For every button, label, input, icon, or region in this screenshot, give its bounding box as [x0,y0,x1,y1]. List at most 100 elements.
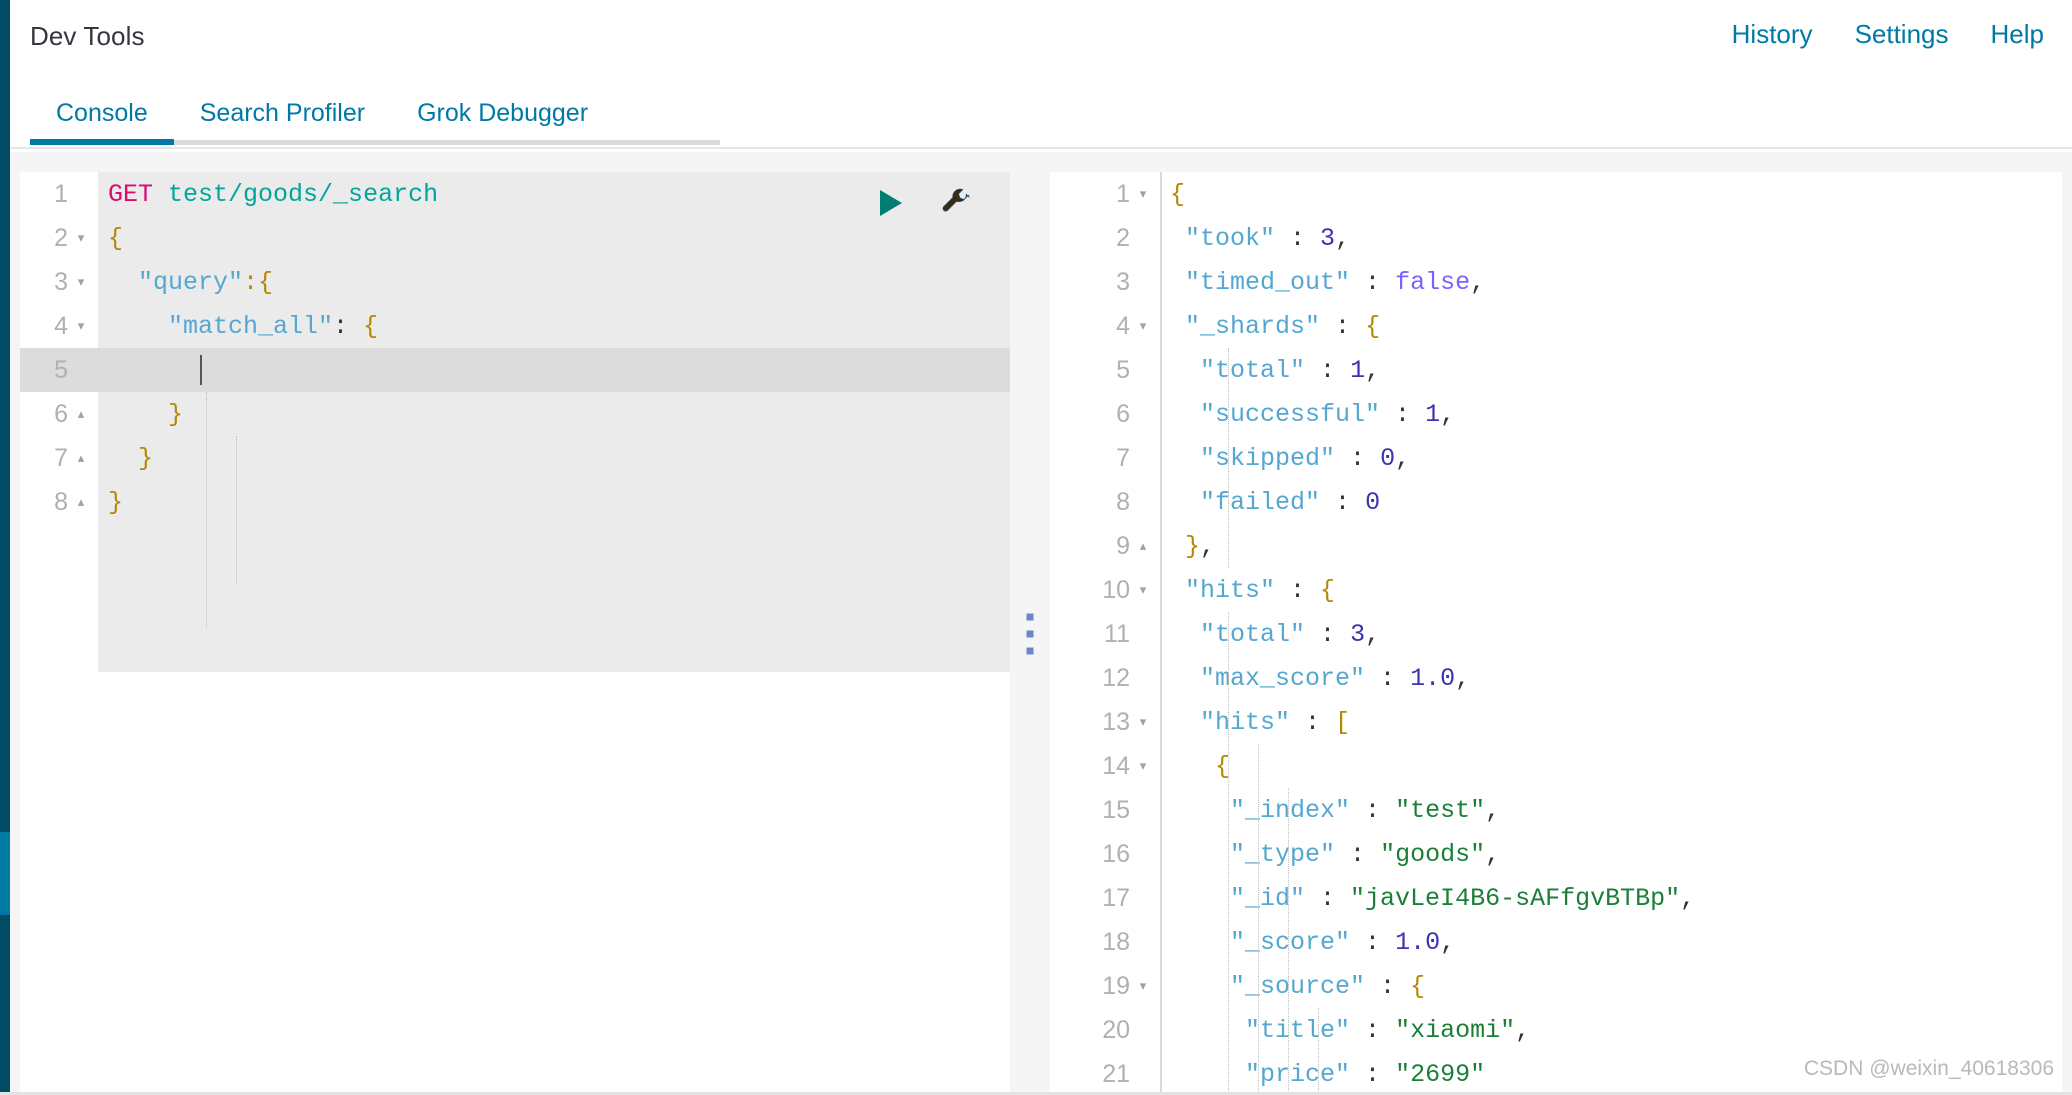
code-line[interactable]: 9 ▴ }, [1050,524,2062,568]
code-line[interactable]: 7 ▴ } [20,436,1010,480]
line-number: 9 [1116,531,1130,560]
fold-toggle[interactable]: ▾ [1130,760,1156,773]
tab-search-profiler[interactable]: Search Profiler [174,73,391,152]
code-line[interactable]: 16 "_type" : "goods", [1050,832,2062,876]
code-line[interactable]: 1 ▾ { [1050,172,2062,216]
code-text [94,355,1010,385]
code-text: "total" : 3, [1200,619,1381,649]
code-text: "_index" : "test", [1230,795,1501,825]
code-line[interactable]: 2 "took" : 3, [1050,216,2062,260]
line-number: 20 [1102,1015,1130,1044]
line-number: 21 [1102,1059,1130,1088]
line-number: 8 [1116,487,1130,516]
code-line[interactable]: 8 "failed" : 0 [1050,480,2062,524]
code-line[interactable]: 4 ▾ "match_all": { [20,304,1010,348]
code-text: "_type" : "goods", [1230,839,1501,869]
page-title: Dev Tools [30,21,145,51]
run-request-button[interactable] [874,186,908,220]
fold-toggle[interactable]: ▾ [68,320,94,333]
tab-list: Console Search Profiler Grok Debugger [30,73,614,152]
code-text: } [168,399,184,429]
line-number: 4 [1116,311,1130,340]
code-line[interactable]: 19 ▾ "_source" : { [1050,964,2062,1008]
line-number: 16 [1102,839,1130,868]
code-text: }, [1185,531,1216,561]
code-line[interactable]: 4 ▾ "_shards" : { [1050,304,2062,348]
tab-bar: Console Search Profiler Grok Debugger [10,73,2072,152]
indent-guide [1318,1008,1319,1095]
line-number: 12 [1102,663,1130,692]
fold-toggle[interactable]: ▾ [68,276,94,289]
code-text: "_source" : { [1230,971,1426,1001]
history-link[interactable]: History [1732,19,1813,50]
code-line[interactable]: 17 "_id" : "javLeI4B6-sAFfgvBTBp", [1050,876,2062,920]
indent-guide [1228,612,1229,1095]
line-number: 6 [1116,399,1130,428]
tab-console[interactable]: Console [30,73,174,152]
indent-guide [1258,744,1259,1095]
code-text: "_shards" : { [1185,311,1381,341]
code-line[interactable]: 13 ▾ "hits" : [ [1050,700,2062,744]
code-line[interactable]: 3 "timed_out" : false, [1050,260,2062,304]
code-line[interactable]: 5 "total" : 1, [1050,348,2062,392]
code-line[interactable]: 1 GET test/goods/_search [20,172,1010,216]
code-line[interactable]: 10 ▾ "hits" : { [1050,568,2062,612]
fold-toggle[interactable]: ▾ [1130,188,1156,201]
fold-toggle[interactable]: ▾ [1130,716,1156,729]
line-number: 5 [20,355,68,385]
code-line[interactable]: 15 "_index" : "test", [1050,788,2062,832]
line-number: 7 [54,443,68,472]
code-line[interactable]: 14 ▾ { [1050,744,2062,788]
line-number: 10 [1102,575,1130,604]
code-text: "_score" : 1.0, [1230,927,1456,957]
request-editor[interactable]: 1 GET test/goods/_search 2 ▾ { 3 ▾ "quer… [20,172,1010,1095]
code-text: "timed_out" : false, [1185,267,1486,297]
code-line[interactable]: 12 "max_score" : 1.0, [1050,656,2062,700]
fold-toggle[interactable]: ▴ [68,452,94,465]
code-text: "title" : "xiaomi", [1245,1015,1531,1045]
line-number: 4 [54,311,68,340]
fold-toggle[interactable]: ▾ [1130,320,1156,333]
code-text: } [138,443,154,473]
line-number: 11 [1104,619,1130,648]
code-line[interactable]: 6 ▴ } [20,392,1010,436]
line-number: 3 [1116,267,1130,296]
line-number: 15 [1102,795,1130,824]
grip-vertical-icon [1026,613,1034,654]
code-line[interactable]: 11 "total" : 3, [1050,612,2062,656]
line-number: 18 [1102,927,1130,956]
code-line[interactable]: 8 ▴ } [20,480,1010,524]
request-options-button[interactable] [938,186,972,220]
fold-toggle[interactable]: ▴ [68,496,94,509]
code-text: "_id" : "javLeI4B6-sAFfgvBTBp", [1230,883,1696,913]
code-line[interactable]: 20 "title" : "xiaomi", [1050,1008,2062,1052]
code-line[interactable]: 3 ▾ "query":{ [20,260,1010,304]
code-text: "total" : 1, [1200,355,1381,385]
code-text: "query":{ [138,267,274,297]
line-number: 1 [54,179,68,208]
fold-toggle[interactable]: ▴ [1130,540,1156,553]
code-line-active[interactable]: 5 [20,348,1010,392]
code-text: { [108,223,124,253]
fold-toggle[interactable]: ▾ [1130,980,1156,993]
fold-toggle[interactable]: ▴ [68,408,94,421]
line-number: 17 [1102,883,1130,912]
response-editor[interactable]: 1 ▾ { 2 "took" : 3, 3 "timed_out" : fals… [1050,172,2062,1095]
code-line[interactable]: 6 "successful" : 1, [1050,392,2062,436]
indent-guide [236,436,237,584]
code-line[interactable]: 2 ▾ { [20,216,1010,260]
console-body: 1 GET test/goods/_search 2 ▾ { 3 ▾ "quer… [10,152,2072,1095]
fold-toggle[interactable]: ▾ [1130,584,1156,597]
indent-guide [1288,788,1289,1095]
indent-guide [1228,348,1229,568]
settings-link[interactable]: Settings [1855,19,1949,50]
header-nav: History Settings Help [1732,19,2044,50]
line-number: 2 [1116,223,1130,252]
fold-toggle[interactable]: ▾ [68,232,94,245]
tab-grok-debugger[interactable]: Grok Debugger [391,73,614,152]
panel-splitter[interactable] [1010,172,1050,1095]
help-link[interactable]: Help [1991,19,2044,50]
code-line[interactable]: 18 "_score" : 1.0, [1050,920,2062,964]
code-line[interactable]: 7 "skipped" : 0, [1050,436,2062,480]
play-icon [880,190,902,216]
